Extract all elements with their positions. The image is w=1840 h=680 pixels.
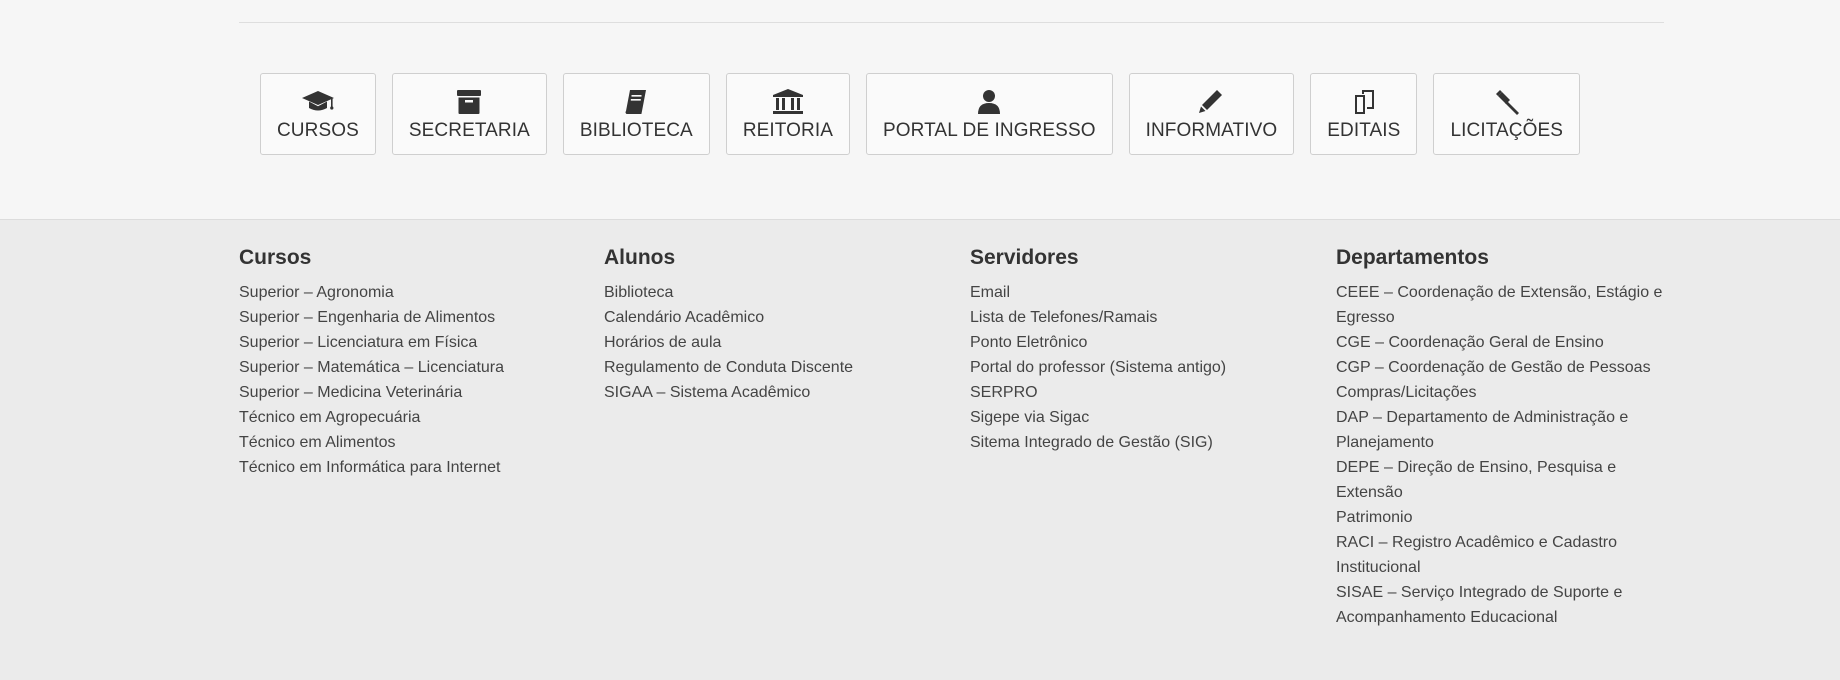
footer-link[interactable]: Técnico em Alimentos [239,430,589,455]
licitacoes-button-label: LICITAÇÕES [1450,120,1564,141]
footer-link[interactable]: Lista de Telefones/Ramais [970,305,1320,330]
footer-link[interactable]: Superior – Licenciatura em Física [239,330,589,355]
biblioteca-button-label: BIBLIOTECA [579,120,693,141]
footer-link[interactable]: Técnico em Informática para Internet [239,455,589,480]
pencil-icon [1194,89,1228,115]
editais-button[interactable]: EDITAIS [1310,73,1418,155]
footer-link[interactable]: Calendário Acadêmico [604,305,954,330]
licitacoes-button[interactable]: LICITAÇÕES [1433,73,1581,155]
footer-link[interactable]: Sitema Integrado de Gestão (SIG) [970,430,1320,455]
top-divider [239,22,1664,23]
footer-link[interactable]: Portal do professor (Sistema antigo) [970,355,1320,380]
footer-link[interactable]: Regulamento de Conduta Discente [604,355,954,380]
secretaria-button-label: SECRETARIA [408,120,530,141]
footer-heading-departamentos: Departamentos [1336,246,1489,269]
footer-link[interactable]: CGP – Coordenação de Gestão de Pessoas [1336,355,1666,380]
footer-heading-alunos: Alunos [604,246,676,269]
footer-link[interactable]: Técnico em Agropecuária [239,405,589,430]
footer-link[interactable]: Horários de aula [604,330,954,355]
footer-link[interactable]: SIGAA – Sistema Acadêmico [604,380,954,405]
footer-link[interactable]: DEPE – Direção de Ensino, Pesquisa e Ext… [1336,455,1666,505]
footer-link[interactable]: Superior – Agronomia [239,280,589,305]
informativo-button[interactable]: INFORMATIVO [1128,73,1295,155]
footer-link[interactable]: SISAE – Serviço Integrado de Suporte e A… [1336,580,1666,630]
footer-list-departamentos: CEEE – Coordenação de Extensão, Estágio … [1336,280,1666,630]
reitoria-button-label: REITORIA [742,120,833,141]
reitoria-button[interactable]: REITORIA [725,73,850,155]
footer-link[interactable]: Email [970,280,1320,305]
footer-heading-cursos: Cursos [239,246,312,269]
biblioteca-button[interactable]: BIBLIOTECA [562,73,710,155]
footer-link[interactable]: CEEE – Coordenação de Extensão, Estágio … [1336,280,1666,330]
footer-link[interactable]: Superior – Matemática – Licenciatura [239,355,589,380]
site-footer: Cursos Superior – Agronomia Superior – E… [0,219,1840,680]
gavel-icon [1490,89,1524,115]
portal-de-ingresso-button[interactable]: PORTAL DE INGRESSO [866,73,1113,155]
portal-de-ingresso-button-label: PORTAL DE INGRESSO [883,120,1096,141]
footer-column-cursos: Cursos Superior – Agronomia Superior – E… [239,246,589,480]
institution-icon [771,89,805,115]
informativo-button-label: INFORMATIVO [1145,120,1278,141]
footer-column-servidores: Servidores Email Lista de Telefones/Rama… [970,246,1320,455]
archive-box-icon [452,89,486,115]
footer-column-departamentos: Departamentos CEEE – Coordenação de Exte… [1336,246,1666,630]
footer-link[interactable]: Biblioteca [604,280,954,305]
footer-list-cursos: Superior – Agronomia Superior – Engenhar… [239,280,589,480]
footer-link[interactable]: Patrimonio [1336,505,1666,530]
footer-link[interactable]: SERPRO [970,380,1320,405]
shortcut-bar: CURSOS SECRETARIA BIBLIOTECA REITORIA PO… [0,73,1840,155]
footer-column-alunos: Alunos Biblioteca Calendário Acadêmico H… [604,246,954,405]
footer-link[interactable]: Sigepe via Sigac [970,405,1320,430]
cursos-button-label: CURSOS [276,120,359,141]
copy-documents-icon [1347,89,1381,115]
footer-link[interactable]: CGE – Coordenação Geral de Ensino [1336,330,1666,355]
secretaria-button[interactable]: SECRETARIA [391,73,547,155]
footer-link[interactable]: Superior – Engenharia de Alimentos [239,305,589,330]
footer-link[interactable]: Ponto Eletrônico [970,330,1320,355]
editais-button-label: EDITAIS [1327,120,1401,141]
footer-list-alunos: Biblioteca Calendário Acadêmico Horários… [604,280,954,405]
shortcuts-section: CURSOS SECRETARIA BIBLIOTECA REITORIA PO… [0,0,1840,219]
footer-link[interactable]: Superior – Medicina Veterinária [239,380,589,405]
user-icon [972,89,1006,115]
graduation-cap-icon [301,89,335,115]
footer-list-servidores: Email Lista de Telefones/Ramais Ponto El… [970,280,1320,455]
footer-heading-servidores: Servidores [970,246,1079,269]
cursos-button[interactable]: CURSOS [259,73,376,155]
footer-link[interactable]: DAP – Departamento de Administração e Pl… [1336,405,1666,455]
book-icon [619,89,653,115]
footer-link[interactable]: RACI – Registro Acadêmico e Cadastro Ins… [1336,530,1666,580]
footer-link[interactable]: Compras/Licitações [1336,380,1666,405]
